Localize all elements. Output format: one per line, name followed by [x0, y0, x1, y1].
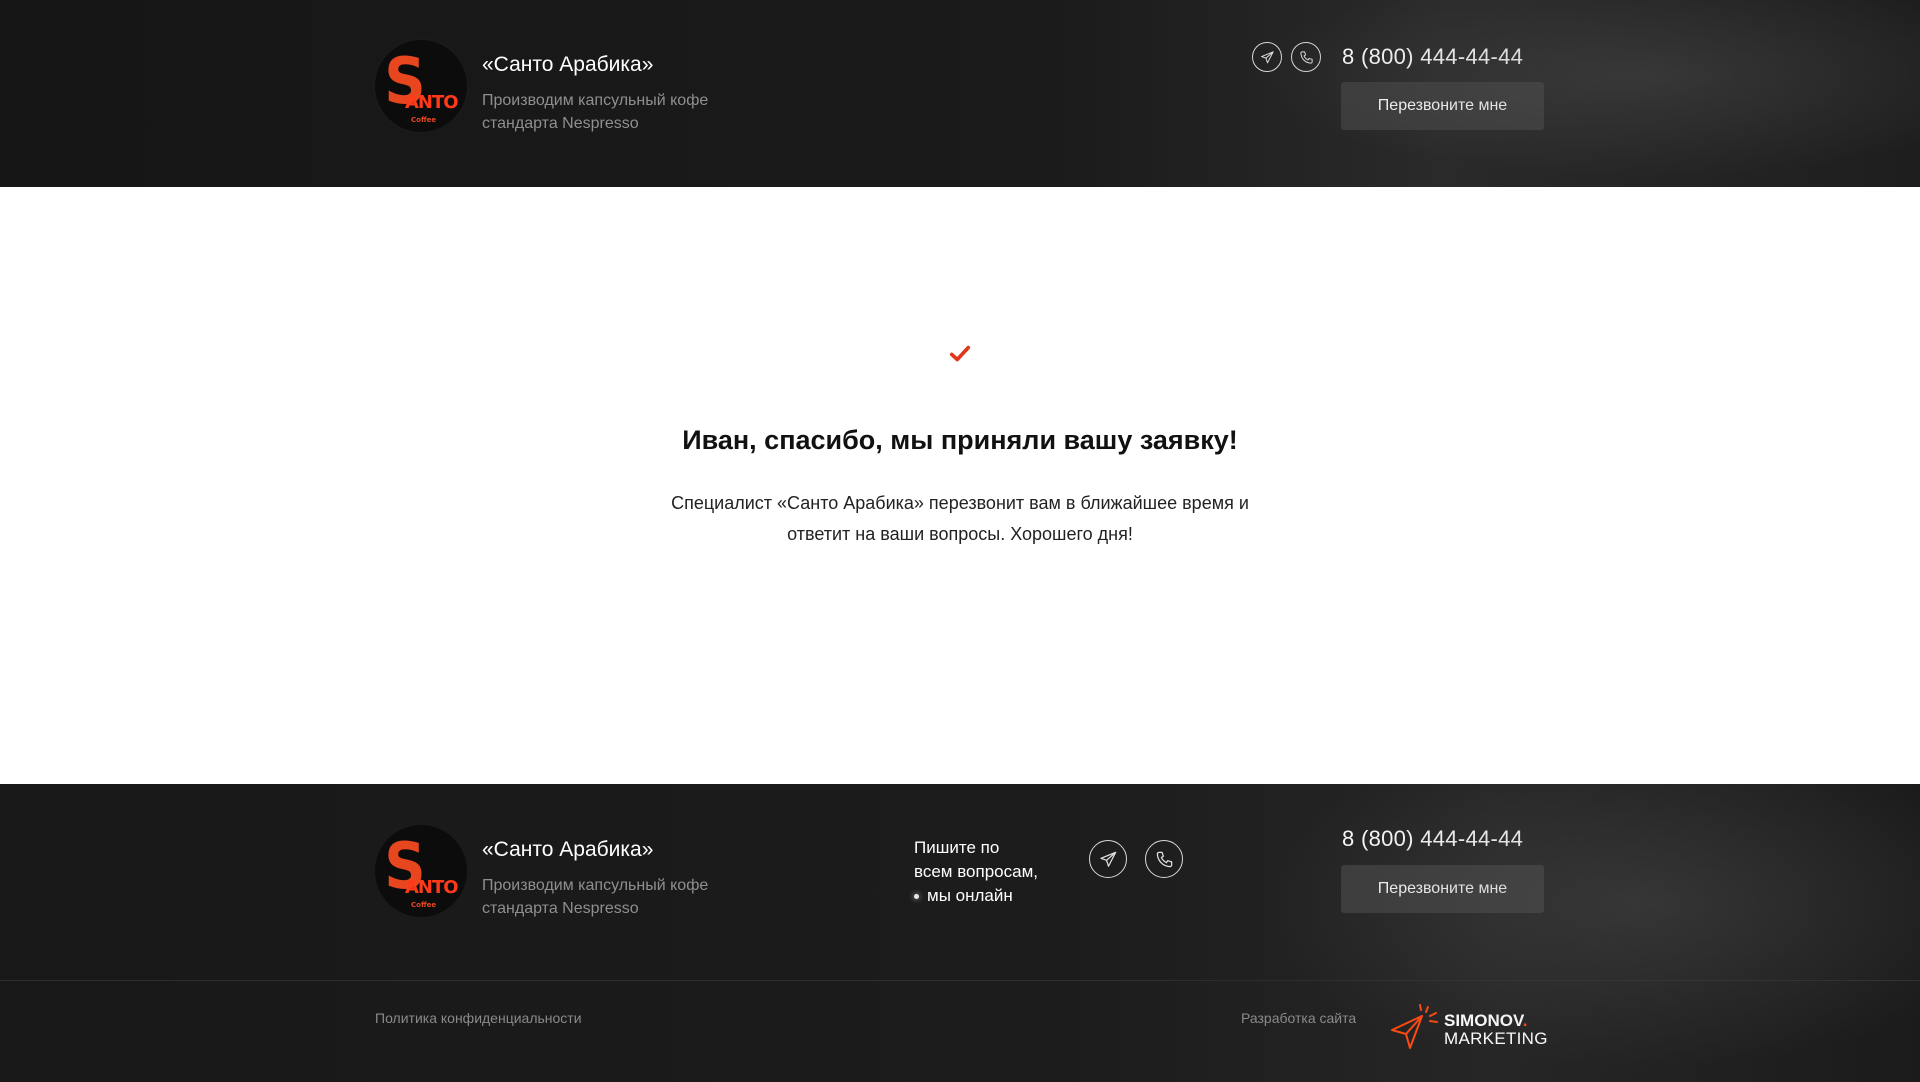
- paper-plane-icon: [1391, 1004, 1438, 1049]
- brand-name: «Санто Арабика»: [482, 53, 654, 76]
- header-callback-button[interactable]: Перезвоните мне: [1341, 82, 1544, 130]
- phone-icon[interactable]: [1291, 42, 1321, 72]
- brand-logo[interactable]: S ANTO Coffee: [375, 40, 467, 132]
- header-brand[interactable]: S ANTO Coffee «Санто Арабика» Производим…: [375, 40, 772, 135]
- site-header: S ANTO Coffee «Санто Арабика» Производим…: [0, 0, 1920, 187]
- telegram-icon[interactable]: [1252, 42, 1282, 72]
- header-phone[interactable]: 8 (800) 444-44-44: [1342, 44, 1523, 70]
- privacy-policy-link[interactable]: Политика конфиденциальности: [375, 1010, 582, 1026]
- telegram-icon[interactable]: [1089, 840, 1127, 878]
- phone-icon[interactable]: [1145, 840, 1183, 878]
- footer-brand-tagline: Производим капсульный кофе стандарта Nes…: [482, 877, 709, 917]
- site-footer: S ANTO Coffee «Санто Арабика» Производим…: [0, 784, 1920, 1082]
- thank-you-section: [0, 187, 1920, 784]
- developer-logo[interactable]: SIMONOV. MARKETING: [1388, 1004, 1548, 1056]
- check-icon: [949, 345, 971, 362]
- footer-callback-button[interactable]: Перезвоните мне: [1341, 865, 1544, 913]
- footer-brand-name: «Санто Арабика»: [482, 838, 654, 861]
- footer-divider: [0, 980, 1920, 981]
- thank-you-message: Специалист «Санто Арабика» перезвонит ва…: [671, 493, 1249, 544]
- footer-phone[interactable]: 8 (800) 444-44-44: [1342, 826, 1523, 852]
- footer-brand[interactable]: S ANTO Coffee «Санто Арабика» Производим…: [375, 825, 772, 920]
- write-us-block: Пишите по всем вопросам, мы онлайн: [914, 836, 1064, 908]
- brand-tagline: Производим капсульный кофе стандарта Nes…: [482, 92, 709, 132]
- online-status: мы онлайн: [914, 884, 1064, 908]
- thank-you-title: Иван, спасибо, мы приняли вашу заявку!: [682, 425, 1238, 455]
- online-dot-icon: [914, 893, 919, 899]
- developer-label: Разработка сайта: [1241, 1010, 1357, 1026]
- footer-brand-logo[interactable]: S ANTO Coffee: [375, 825, 467, 917]
